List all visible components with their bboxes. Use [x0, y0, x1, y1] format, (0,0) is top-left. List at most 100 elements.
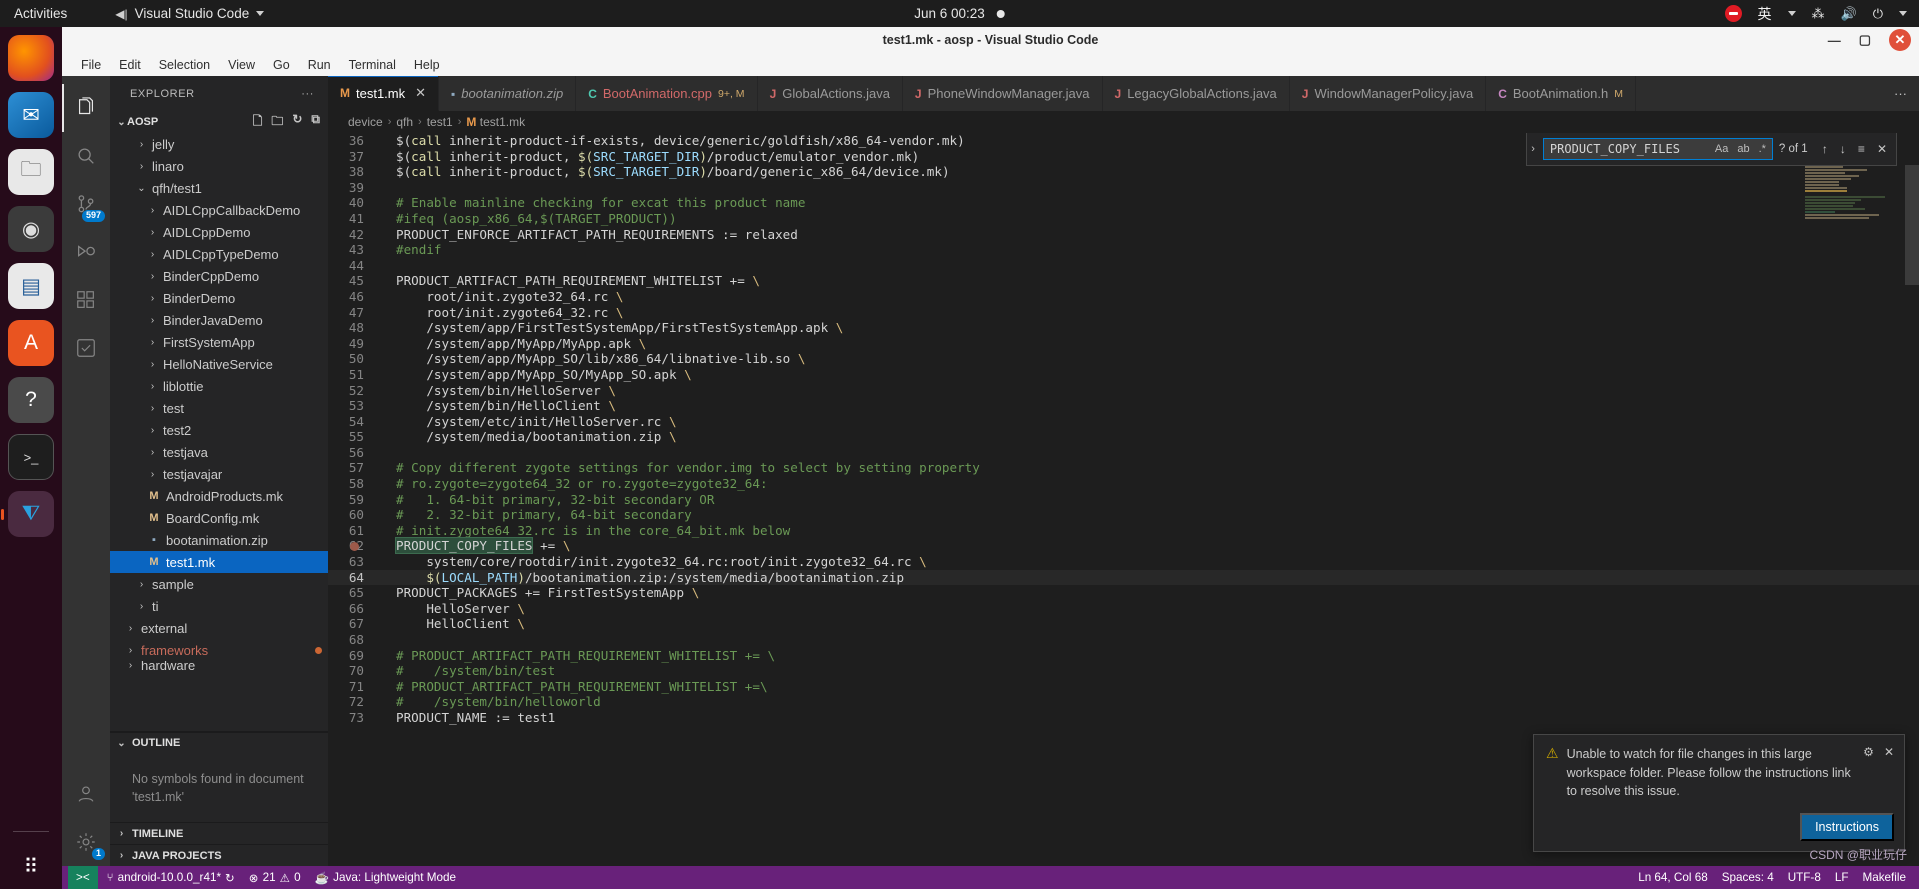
code-line[interactable]: 60 # 2. 32-bit primary, 64-bit secondary	[328, 507, 1919, 523]
status-encoding[interactable]: UTF-8	[1781, 866, 1828, 889]
refresh-explorer-icon[interactable]: ↻	[292, 112, 302, 133]
editor-tab[interactable]: J WindowManagerPolicy.java	[1289, 76, 1487, 111]
line-content[interactable]: HelloClient \	[386, 616, 1919, 632]
tree-item[interactable]: › test	[110, 397, 328, 419]
editor-tab[interactable]: Mtest1.mk ✕	[328, 76, 440, 111]
breadcrumb-item[interactable]: M test1.mk	[466, 115, 525, 129]
line-content[interactable]: /system/app/MyApp/MyApp.apk \	[386, 336, 1919, 352]
ime-chevron-icon[interactable]	[1787, 11, 1796, 16]
find-in-selection-icon[interactable]: ≡	[1855, 142, 1868, 156]
activity-account[interactable]	[62, 770, 110, 818]
code-line[interactable]: 43 #endif	[328, 242, 1919, 258]
instructions-button[interactable]: Instructions	[1800, 813, 1894, 841]
code-line[interactable]: 48 /system/app/FirstTestSystemApp/FirstT…	[328, 320, 1919, 336]
line-content[interactable]: $(call inherit-product, $(SRC_TARGET_DIR…	[386, 164, 1919, 180]
line-content[interactable]: /system/app/FirstTestSystemApp/FirstTest…	[386, 320, 1919, 336]
volume-icon[interactable]: 🔊	[1841, 6, 1857, 22]
tree-item[interactable]: › AIDLCppCallbackDemo	[110, 199, 328, 221]
status-cursor-position[interactable]: Ln 64, Col 68	[1631, 866, 1715, 889]
find-next-icon[interactable]: ↓	[1837, 142, 1849, 156]
menu-run[interactable]: Run	[299, 56, 340, 74]
tree-item[interactable]: › external	[110, 617, 328, 639]
sync-icon[interactable]: ↻	[225, 871, 235, 885]
active-app-menu[interactable]: ◀| Visual Studio Code	[115, 6, 265, 21]
tree-item[interactable]: › jelly	[110, 133, 328, 155]
dock-firefox[interactable]	[8, 35, 54, 81]
tree-item[interactable]: › BinderJavaDemo	[110, 309, 328, 331]
code-line[interactable]: 55 /system/media/bootanimation.zip \	[328, 429, 1919, 445]
line-content[interactable]	[386, 445, 1919, 461]
dock-rhythmbox[interactable]: ◉	[8, 206, 54, 252]
line-content[interactable]: PRODUCT_COPY_FILES += \	[386, 537, 1919, 555]
tree-item[interactable]: › HelloNativeService	[110, 353, 328, 375]
dock-files[interactable]: 🗀	[8, 149, 54, 195]
code-line[interactable]: 53 /system/bin/HelloClient \	[328, 398, 1919, 414]
editor-tab[interactable]: C BootAnimation.cpp 9+, M	[576, 76, 758, 111]
collapse-folders-icon[interactable]: ⧉	[311, 112, 320, 133]
file-tree[interactable]: › jelly › linaro ⌄ qfh/test1 › AIDLCppCallbackD…	[110, 133, 328, 731]
find-input-wrapper[interactable]: Aa ab .*	[1542, 138, 1773, 160]
line-content[interactable]: PRODUCT_ARTIFACT_PATH_REQUIREMENT_WHITEL…	[386, 273, 1919, 289]
code-line[interactable]: 66 HelloServer \	[328, 601, 1919, 617]
tree-item[interactable]: › ti	[110, 595, 328, 617]
editor-tabs[interactable]: Mtest1.mk ✕ ▪ bootanimation.zip C BootAnimati…	[328, 76, 1919, 111]
line-content[interactable]	[386, 258, 1919, 274]
dock-ubuntu-software[interactable]: A	[8, 320, 54, 366]
menu-selection[interactable]: Selection	[150, 56, 219, 74]
notification-close-icon[interactable]: ✕	[1884, 745, 1894, 801]
system-menu-chevron-icon[interactable]	[1899, 11, 1907, 16]
explorer-more-actions-icon[interactable]: ···	[301, 88, 314, 100]
code-line[interactable]: 57 # Copy different zygote settings for v…	[328, 460, 1919, 476]
activity-explorer[interactable]	[62, 84, 110, 132]
remote-indicator[interactable]: ><	[68, 866, 98, 889]
find-widget[interactable]: › Aa ab .* ? of 1 ↑ ↓ ≡ ✕	[1526, 133, 1897, 166]
maximize-button[interactable]: ▢	[1859, 32, 1871, 48]
tree-item[interactable]: › testjavajar	[110, 463, 328, 485]
activity-settings[interactable]: 1	[62, 818, 110, 866]
notification-toast[interactable]: ⚠ Unable to watch for file changes in th…	[1533, 733, 1905, 852]
match-case-icon[interactable]: Aa	[1713, 143, 1730, 155]
activity-search[interactable]	[62, 132, 110, 180]
line-content[interactable]: /system/app/MyApp_SO/MyApp_SO.apk \	[386, 367, 1919, 383]
tree-item[interactable]: › AIDLCppDemo	[110, 221, 328, 243]
code-line[interactable]: 38 $(call inherit-product, $(SRC_TARGET_D…	[328, 164, 1919, 180]
editor-tab[interactable]: C BootAnimation.h M	[1486, 76, 1637, 111]
code-line[interactable]: 52 /system/bin/HelloServer \	[328, 383, 1919, 399]
line-content[interactable]: root/init.zygote32_64.rc \	[386, 289, 1919, 305]
network-icon[interactable]: ⁂	[1812, 6, 1825, 22]
line-content[interactable]: PRODUCT_ENFORCE_ARTIFACT_PATH_REQUIREMEN…	[386, 227, 1919, 243]
editor-tab[interactable]: ▪ bootanimation.zip	[439, 76, 577, 111]
find-input[interactable]	[1549, 142, 1708, 156]
activities-button[interactable]: Activities	[14, 6, 67, 21]
workspace-folder-header[interactable]: ⌄ AOSP 🗋 🗀 ↻ ⧉	[110, 111, 328, 133]
line-content[interactable]	[386, 632, 1919, 648]
line-content[interactable]: #ifeq (aosp_x86_64,$(TARGET_PRODUCT))	[386, 211, 1919, 227]
code-line[interactable]: 65 PRODUCT_PACKAGES += FirstTestSystemApp…	[328, 585, 1919, 601]
tree-item[interactable]: › BinderDemo	[110, 287, 328, 309]
line-content[interactable]: /system/app/MyApp_SO/lib/x86_64/libnativ…	[386, 351, 1919, 367]
line-content[interactable]: # /system/bin/helloworld	[386, 694, 1919, 710]
code-line[interactable]: 56	[328, 445, 1919, 461]
editor-tab[interactable]: J PhoneWindowManager.java	[902, 76, 1103, 111]
line-content[interactable]: HelloServer \	[386, 601, 1919, 617]
dock-thunderbird[interactable]: ✉	[8, 92, 54, 138]
code-line[interactable]: 64 $(LOCAL_PATH)/bootanimation.zip:/syst…	[328, 569, 1919, 586]
code-line[interactable]: 42 PRODUCT_ENFORCE_ARTIFACT_PATH_REQUIREM…	[328, 227, 1919, 243]
breadcrumb[interactable]: device › qfh › test1 › M test1.mk	[328, 111, 1919, 133]
close-button[interactable]: ✕	[1889, 29, 1911, 51]
line-content[interactable]: # /system/bin/test	[386, 663, 1919, 679]
clock[interactable]: Jun 6 00:23	[914, 6, 1005, 21]
line-content[interactable]: # Enable mainline checking for excat thi…	[386, 195, 1919, 211]
code-line[interactable]: 46 root/init.zygote32_64.rc \	[328, 289, 1919, 305]
line-content[interactable]: # PRODUCT_ARTIFACT_PATH_REQUIREMENT_WHIT…	[386, 679, 1919, 695]
code-line[interactable]: 68	[328, 632, 1919, 648]
tab-close-icon[interactable]: ✕	[415, 85, 426, 101]
menu-go[interactable]: Go	[264, 56, 299, 74]
code-line[interactable]: 41 #ifeq (aosp_x86_64,$(TARGET_PRODUCT))	[328, 211, 1919, 227]
find-close-icon[interactable]: ✕	[1874, 142, 1890, 156]
dock-show-applications[interactable]: ⠿	[8, 843, 54, 889]
code-line[interactable]: 73 PRODUCT_NAME := test1	[328, 710, 1919, 726]
menu-terminal[interactable]: Terminal	[340, 56, 405, 74]
dock-terminal[interactable]: >_	[8, 434, 54, 480]
status-java-mode[interactable]: ☕ Java: Lightweight Mode	[308, 866, 463, 889]
